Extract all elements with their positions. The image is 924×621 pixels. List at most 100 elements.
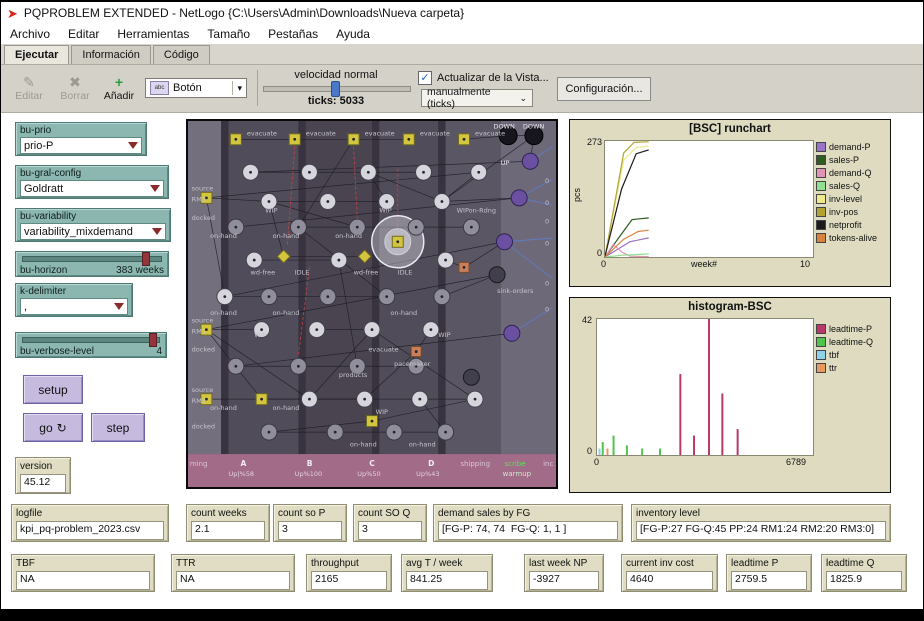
chooser-bu-variability[interactable]: bu-variability variability_mixdemand [15, 208, 171, 242]
monitor-label: current inv cost [626, 558, 713, 569]
combo-divider [232, 81, 233, 95]
step-button[interactable]: step [91, 413, 145, 442]
widget-type-value: Botón [173, 82, 202, 94]
speed-slider[interactable] [263, 86, 411, 92]
world-node-dot [415, 350, 418, 353]
monitor-logfile: logfile kpi_pq-problem_2023.csv [11, 504, 169, 542]
world-node-dot [418, 398, 421, 401]
chevron-down-icon: ▾ [237, 83, 242, 94]
world-node-circle [489, 267, 505, 283]
monitor-value: 4640 [626, 571, 713, 590]
settings-button[interactable]: Configuración... [557, 77, 651, 101]
world-label: 0 [545, 239, 549, 247]
toolbar: ✎ Editar ✖ Borrar + Añadir abc Botón ▾ v… [1, 65, 923, 113]
world-node-dot [363, 398, 366, 401]
chooser-value: variability_mixdemand [24, 226, 133, 238]
legend-swatch [816, 194, 826, 204]
legend-swatch [816, 168, 826, 178]
view-updates-checkbox[interactable]: ✓ [418, 71, 432, 85]
legend-item: tokens-alive [816, 231, 877, 244]
go-button[interactable]: go ↻ [23, 413, 83, 442]
slider-track[interactable] [22, 256, 162, 262]
monitor-label: TBF [16, 558, 150, 569]
menu-editar[interactable]: Editar [59, 25, 108, 43]
setup-button[interactable]: setup [23, 375, 83, 404]
monitor-value: [FG-P: 74, 74 FG-Q: 1, 1 ] [438, 521, 618, 540]
world-label: RM3 [192, 196, 206, 204]
menu-tamano[interactable]: Tamaño [198, 25, 259, 43]
world-node-dot [470, 226, 473, 229]
widget-type-dropdown[interactable]: abc Botón ▾ [145, 78, 247, 98]
world-label: pacemaker [394, 360, 431, 368]
slider-handle[interactable] [142, 252, 150, 266]
edit-widget-label: Editar [15, 90, 42, 102]
world-node-dot [444, 259, 447, 262]
dropdown-arrow-icon [114, 303, 124, 310]
world-label: IDLE [398, 269, 413, 277]
station-status: Up%50 [357, 470, 380, 478]
tab-informacion[interactable]: Información [71, 45, 150, 64]
station-letter: A [240, 459, 246, 468]
legend-swatch [816, 220, 826, 230]
y-axis-label: pcs [572, 188, 582, 202]
slider-track[interactable] [22, 337, 160, 343]
edit-widget-button[interactable]: ✎ Editar [7, 68, 51, 108]
menu-pestanas[interactable]: Pestañas [259, 25, 327, 43]
y-min-label: 0 [578, 248, 602, 258]
world-node-dot [463, 138, 466, 141]
monitor-value: [FG-P:27 FG-Q:45 PP:24 RM1:24 RM2:20 RM3… [636, 521, 886, 540]
station-status: Up%100 [295, 470, 322, 478]
menu-archivo[interactable]: Archivo [1, 25, 59, 43]
legend-item: inv-pos [816, 205, 877, 218]
station-status: Up|%58 [228, 470, 254, 478]
y-min-label: 0 [574, 446, 592, 456]
slider-handle[interactable] [149, 333, 157, 347]
chooser-bu-gral-config[interactable]: bu-gral-config Goldratt [15, 165, 169, 199]
chooser-value: Goldratt [24, 183, 63, 195]
world-label: WIP [265, 207, 277, 215]
monitor-value: -3927 [529, 571, 599, 590]
button-widget-icon: abc [150, 81, 169, 95]
world-node-dot [385, 295, 388, 298]
menu-ayuda[interactable]: Ayuda [327, 25, 379, 43]
world-view[interactable]: evacuateevacuateevacuateevacuateevacuate… [186, 119, 558, 489]
slider-bu-horizon[interactable]: bu-horizon 383 weeks [15, 251, 169, 277]
menu-herramientas[interactable]: Herramientas [108, 25, 198, 43]
tab-bar: Ejecutar Información Código [1, 44, 923, 65]
legend-label: netprofit [829, 220, 862, 230]
delete-widget-button[interactable]: ✖ Borrar [53, 68, 97, 108]
world-label: 0 [545, 305, 549, 313]
view-updates-checkbox-row: ✓ Actualizar de la Vista... [418, 71, 549, 85]
slider-value: 383 [116, 265, 133, 276]
world-label: docked [192, 422, 215, 430]
plot-area [604, 140, 814, 258]
monitor-value: 2165 [311, 571, 387, 590]
slider-bu-verbose-level[interactable]: bu-verbose-level 4 [15, 332, 167, 358]
monitor-label: avg T / week [406, 558, 488, 569]
world-node-dot [326, 200, 329, 203]
monitor-ttr: TTR NA [171, 554, 295, 592]
legend-label: demand-Q [829, 168, 872, 178]
update-mode-dropdown[interactable]: manualmente (ticks) ⌄ [421, 89, 533, 107]
world-node-circle [496, 234, 512, 250]
chooser-k-delimiter[interactable]: k-delimiter , [15, 283, 133, 317]
tab-ejecutar[interactable]: Ejecutar [4, 45, 69, 64]
add-widget-button[interactable]: + Añadir [97, 68, 141, 108]
chooser-bu-prio[interactable]: bu-prio prio-P [15, 122, 147, 156]
world-node-dot [268, 431, 271, 434]
legend-swatch [816, 350, 826, 360]
world-node-dot [371, 328, 374, 331]
world-label: on-hand [273, 309, 300, 317]
world-label: evacuate [420, 130, 450, 138]
monitor-last-week-np: last week NP -3927 [524, 554, 604, 592]
legend-item: demand-P [816, 140, 877, 153]
tab-codigo[interactable]: Código [153, 45, 210, 64]
window-title: PQPROBLEM EXTENDED - NetLogo {C:\Users\A… [24, 6, 464, 20]
monitor-value: 45.12 [20, 474, 66, 493]
update-mode-value: manualmente (ticks) [427, 86, 519, 110]
plot-title: histogram-BSC [570, 301, 890, 313]
delete-icon: ✖ [69, 75, 81, 89]
world-label: WIP [376, 408, 388, 416]
world-node-dot [396, 240, 399, 243]
world-node-dot [253, 259, 256, 262]
